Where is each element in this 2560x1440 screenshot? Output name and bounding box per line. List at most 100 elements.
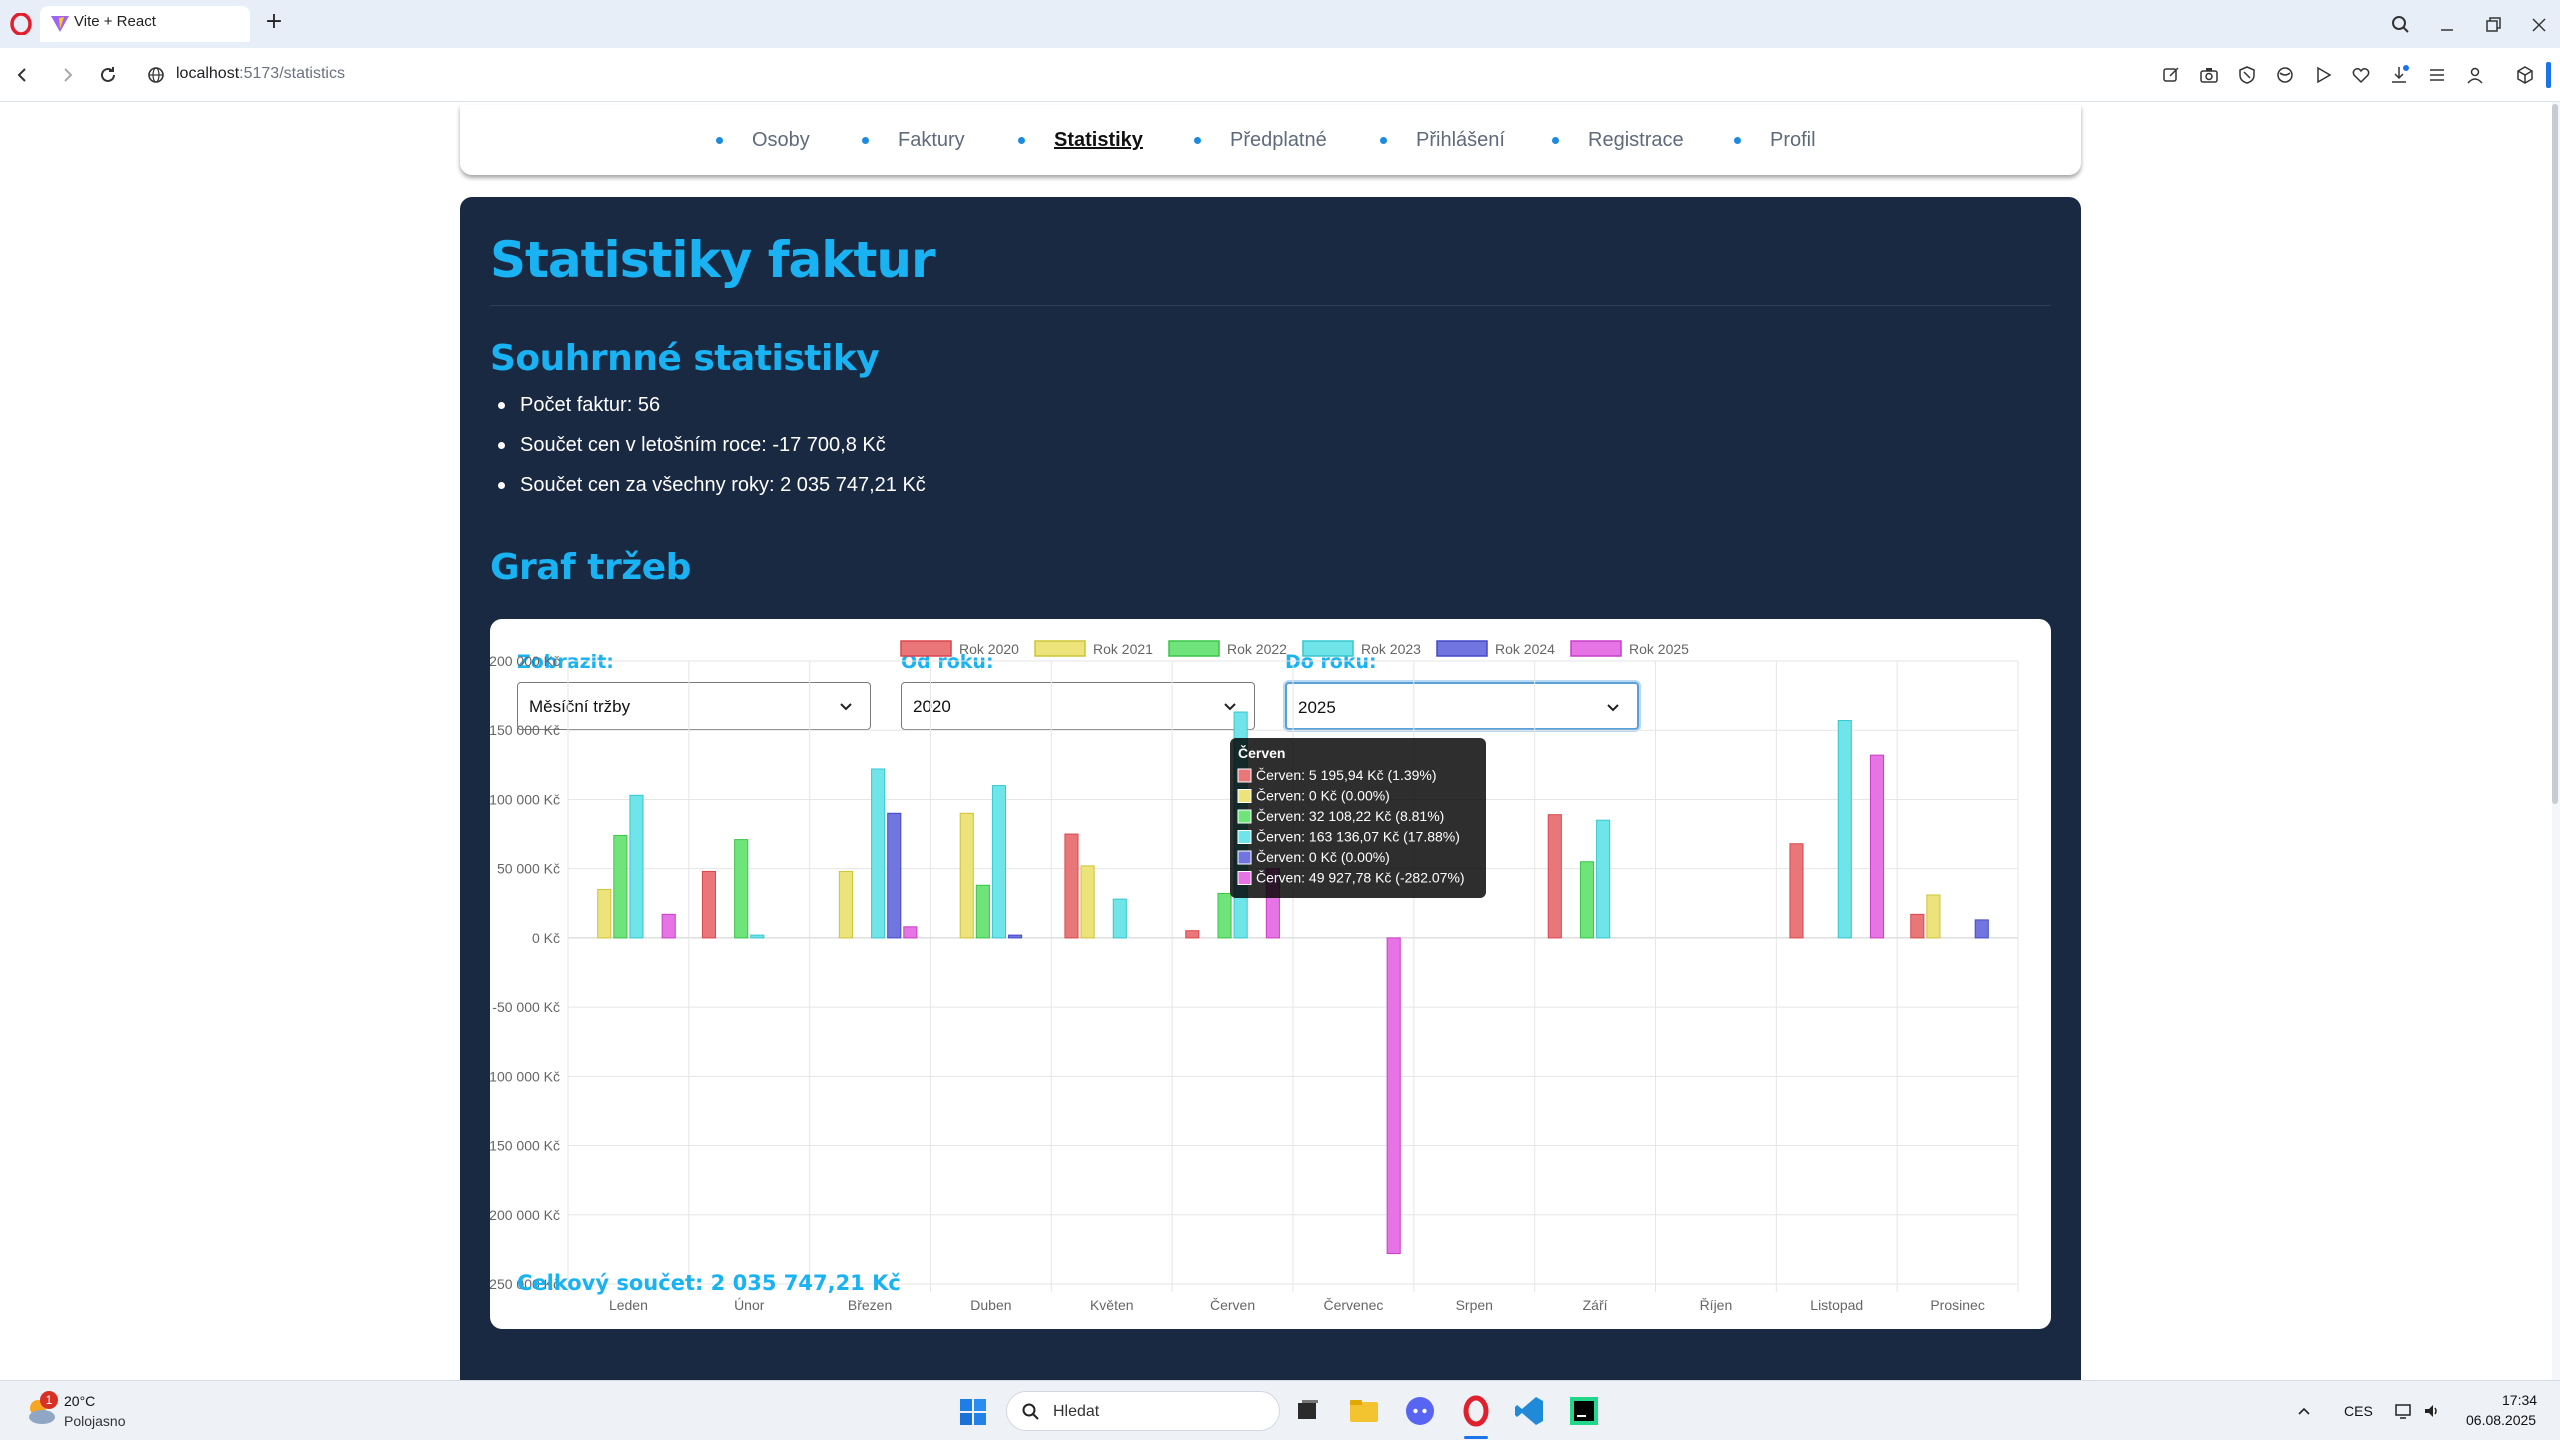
minimize-icon[interactable] bbox=[2432, 10, 2462, 40]
y-tick-label: 50 000 Kč bbox=[497, 861, 560, 877]
easy-setup-icon[interactable] bbox=[2426, 64, 2448, 86]
url-field[interactable]: localhost:5173/statistics bbox=[176, 65, 345, 83]
legend-swatch bbox=[1168, 640, 1220, 657]
address-bar: localhost:5173/statistics bbox=[0, 48, 2560, 102]
x-tick-label: Červen bbox=[1210, 1297, 1255, 1313]
downloads-icon[interactable] bbox=[2388, 64, 2410, 86]
discord-icon[interactable] bbox=[1402, 1393, 1438, 1429]
main-navbar: Osoby Faktury Statistiky Předplatné Přih… bbox=[460, 105, 2081, 175]
sidebar-toggle[interactable] bbox=[2546, 62, 2551, 88]
x-tick-label: Únor bbox=[734, 1297, 765, 1313]
tooltip-line: Červen: 49 927,78 Kč (-282.07%) bbox=[1256, 870, 1465, 886]
vpn-icon[interactable] bbox=[2274, 64, 2296, 86]
nav-bullet bbox=[1734, 137, 1741, 144]
bar bbox=[1910, 913, 1925, 939]
extensions-cube-icon[interactable] bbox=[2514, 64, 2536, 86]
x-tick-label: Prosinec bbox=[1930, 1297, 1984, 1313]
nav-item-label: Faktury bbox=[898, 129, 965, 151]
bar bbox=[1217, 892, 1232, 939]
summary-item-all-years: Součet cen za všechny roky: 2 035 747,21… bbox=[490, 473, 926, 513]
legend-swatch bbox=[900, 640, 952, 657]
url-path: :5173/statistics bbox=[239, 65, 345, 82]
bar bbox=[1869, 754, 1885, 939]
x-tick-label: Říjen bbox=[1700, 1297, 1733, 1313]
back-icon[interactable] bbox=[10, 63, 34, 87]
new-tab-button[interactable]: + bbox=[262, 11, 286, 35]
opera-logo-icon[interactable] bbox=[10, 13, 32, 35]
bar bbox=[613, 834, 628, 939]
weather-desc[interactable]: Polojasno bbox=[64, 1413, 126, 1429]
windows-taskbar: 1 20°C Polojasno Hledat CES 17:34 06.08.… bbox=[0, 1380, 2560, 1440]
vite-favicon-icon bbox=[51, 16, 69, 32]
title-divider bbox=[490, 305, 2051, 306]
tooltip-swatch bbox=[1237, 768, 1252, 783]
heart-icon[interactable] bbox=[2350, 64, 2372, 86]
nav-bullet bbox=[1194, 137, 1201, 144]
restore-icon[interactable] bbox=[2478, 10, 2508, 40]
bar bbox=[1974, 919, 1989, 939]
bar bbox=[903, 926, 918, 939]
bar bbox=[887, 812, 902, 939]
page-title: Statistiky faktur bbox=[490, 231, 936, 289]
close-window-icon[interactable] bbox=[2524, 10, 2554, 40]
pycharm-icon[interactable] bbox=[1566, 1393, 1602, 1429]
reload-icon[interactable] bbox=[96, 63, 120, 87]
y-tick-label: -150 000 Kč bbox=[490, 1138, 560, 1154]
active-app-indicator bbox=[1464, 1436, 1488, 1439]
grand-total: Celkový součet: 2 035 747,21 Kč bbox=[517, 1271, 901, 1295]
bar bbox=[597, 888, 612, 939]
bar bbox=[975, 884, 990, 939]
revenue-bar-chart[interactable]: Rok 2020 Rok 2021 Rok 2022 Rok 2023 Rok 2024… bbox=[490, 619, 2051, 1380]
tooltip-swatch bbox=[1237, 809, 1252, 824]
url-host: localhost bbox=[176, 65, 240, 82]
legend-swatch bbox=[1034, 640, 1086, 657]
chart-heading: Graf tržeb bbox=[490, 547, 691, 588]
chart-legend[interactable]: Rok 2020 Rok 2021 Rok 2022 Rok 2023 Rok 2024… bbox=[900, 640, 1689, 657]
summary-list: Počet faktur: 56 Součet cen v letošním r… bbox=[490, 393, 926, 513]
shield-icon[interactable] bbox=[2236, 64, 2258, 86]
tooltip-swatch bbox=[1237, 789, 1252, 803]
profile-icon[interactable] bbox=[2464, 64, 2486, 86]
x-tick-label: Květen bbox=[1090, 1297, 1134, 1313]
forward-icon[interactable] bbox=[56, 63, 80, 87]
search-tabs-icon[interactable] bbox=[2386, 10, 2416, 40]
clock-date[interactable]: 06.08.2025 bbox=[2466, 1412, 2536, 1428]
nav-bullet bbox=[862, 137, 869, 144]
clock-time[interactable]: 17:34 bbox=[2502, 1392, 2537, 1408]
bar bbox=[991, 785, 1007, 939]
legend-label: Rok 2022 bbox=[1227, 641, 1287, 657]
nav-bullet bbox=[716, 137, 723, 144]
edit-icon[interactable] bbox=[2160, 64, 2182, 86]
opera-taskbar-icon[interactable] bbox=[1458, 1393, 1494, 1429]
search-icon bbox=[1022, 1403, 1039, 1420]
windows-start-icon[interactable] bbox=[958, 1397, 988, 1427]
task-view-icon[interactable] bbox=[1290, 1393, 1326, 1429]
weather-alert-badge: 1 bbox=[40, 1391, 58, 1409]
scrollbar-thumb[interactable] bbox=[2552, 104, 2558, 804]
legend-label: Rok 2025 bbox=[1629, 641, 1689, 657]
y-tick-label: 150 000 Kč bbox=[490, 722, 560, 738]
x-tick-label: Červenec bbox=[1323, 1297, 1383, 1313]
bar bbox=[871, 768, 886, 939]
legend-swatch bbox=[1302, 640, 1354, 657]
bar bbox=[1579, 861, 1595, 939]
player-icon[interactable] bbox=[2312, 64, 2334, 86]
tooltip-line: Červen: 5 195,94 Kč (1.39%) bbox=[1256, 767, 1437, 783]
camera-icon[interactable] bbox=[2198, 64, 2220, 86]
weather-temp[interactable]: 20°C bbox=[64, 1393, 95, 1409]
network-icon[interactable] bbox=[2394, 1401, 2414, 1421]
taskbar-search[interactable]: Hledat bbox=[1006, 1391, 1280, 1431]
volume-icon[interactable] bbox=[2422, 1401, 2442, 1421]
bar bbox=[1185, 930, 1200, 939]
vscode-icon[interactable] bbox=[1512, 1393, 1548, 1429]
bar bbox=[1596, 819, 1611, 939]
search-placeholder: Hledat bbox=[1053, 1403, 1100, 1420]
tray-chevron-up-icon[interactable] bbox=[2296, 1403, 2312, 1419]
nav-item-label: Profil bbox=[1770, 129, 1816, 151]
nav-bullet bbox=[1552, 137, 1559, 144]
keyboard-language[interactable]: CES bbox=[2344, 1403, 2373, 1419]
file-explorer-icon[interactable] bbox=[1346, 1393, 1382, 1429]
site-info-icon[interactable] bbox=[144, 63, 168, 87]
bar bbox=[1547, 814, 1562, 939]
bar bbox=[1837, 720, 1852, 939]
